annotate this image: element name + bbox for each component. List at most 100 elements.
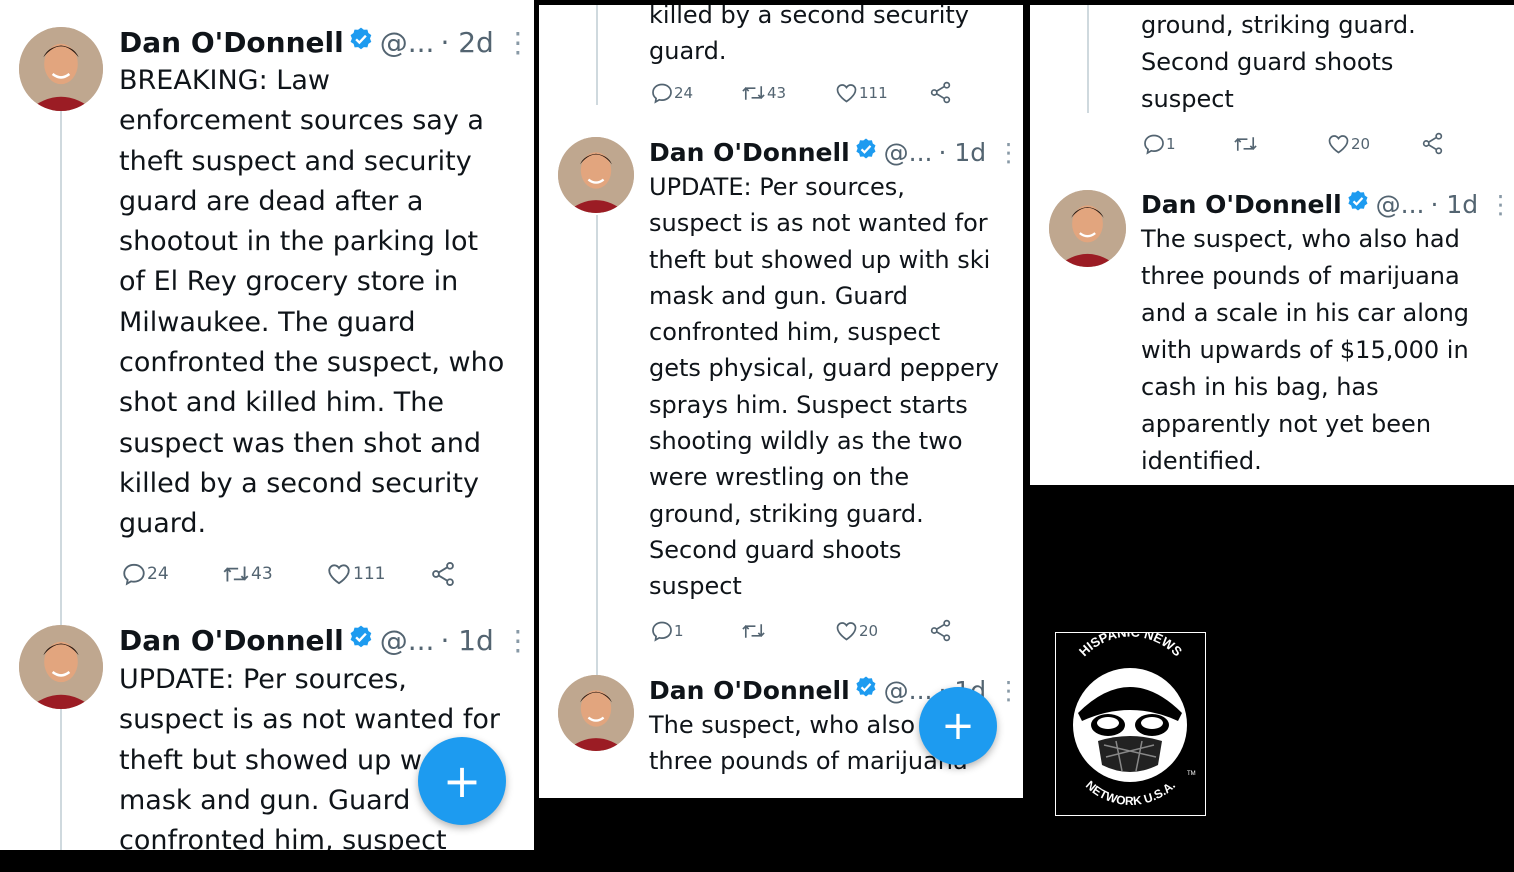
verified-badge-icon [1346, 189, 1370, 219]
tweet-text: The suspect, who also had three pounds o… [1141, 225, 1470, 475]
avatar[interactable] [558, 137, 634, 213]
reply-button[interactable]: 24 [121, 561, 221, 587]
like-count: 20 [1351, 134, 1371, 153]
thread-panel-3: ground, striking guard. Second guard sho… [1030, 5, 1514, 485]
svg-text:NETWORK U.S.A.: NETWORK U.S.A. [1083, 778, 1178, 808]
tweet-actions: 24 43 111 [121, 560, 457, 588]
reply-button[interactable]: 1 [1142, 132, 1232, 156]
retweet-icon [1234, 136, 1257, 151]
compose-button[interactable]: + [919, 687, 997, 765]
reply-count: 24 [674, 83, 694, 102]
more-vert-icon[interactable]: ⋮ [996, 676, 1021, 705]
svg-text:HISPANIC NEWS: HISPANIC NEWS [1076, 633, 1185, 659]
reply-button[interactable]: 24 [650, 81, 740, 105]
logo-emblem-icon: HISPANIC NEWS NETWORK U.S.A. TM [1073, 624, 1196, 808]
tweet-time[interactable]: · 1d [440, 624, 493, 657]
retweet-button[interactable] [740, 619, 834, 643]
more-vert-icon[interactable]: ⋮ [504, 624, 532, 657]
retweet-count: 43 [767, 83, 787, 102]
share-button[interactable] [928, 618, 953, 643]
author-name[interactable]: Dan O'Donnell [649, 138, 850, 167]
like-button[interactable]: 20 [1326, 132, 1420, 156]
thread-line [60, 108, 62, 850]
share-icon [432, 561, 454, 587]
avatar[interactable] [558, 675, 634, 751]
reply-count: 1 [1166, 134, 1176, 153]
tweet-actions: 24 43 111 [650, 80, 953, 105]
logo-top-text: HISPANIC NEWS [1076, 624, 1185, 659]
avatar[interactable] [19, 625, 103, 709]
verified-badge-icon [854, 137, 878, 167]
tweet-time[interactable]: · 1d [939, 138, 987, 167]
compose-plus-icon: + [941, 703, 975, 749]
verified-badge-icon [348, 26, 374, 59]
like-count: 111 [353, 564, 386, 584]
more-vert-icon[interactable]: ⋮ [504, 26, 532, 59]
share-icon [930, 81, 951, 104]
verified-badge-icon [348, 624, 374, 657]
like-button[interactable]: 20 [834, 619, 928, 643]
tweet-text: UPDATE: Per sources, suspect is as not w… [649, 173, 999, 601]
author-name[interactable]: Dan O'Donnell [1141, 190, 1342, 219]
tweet-header: Dan O'Donnell @... · 1d ⋮ [649, 135, 1021, 169]
author-handle[interactable]: @... [380, 26, 435, 59]
reply-icon [123, 563, 145, 586]
like-count: 111 [859, 83, 888, 102]
heart-icon [836, 83, 857, 103]
reply-icon [652, 621, 672, 642]
tweet-time[interactable]: · 2d [440, 26, 493, 59]
heart-icon [836, 621, 857, 641]
retweet-button[interactable] [1232, 132, 1326, 156]
thread-panel-2: killed by a second security guard. 24 43… [539, 5, 1023, 798]
more-vert-icon[interactable]: ⋮ [996, 138, 1021, 167]
tweet-time[interactable]: · 1d [1431, 190, 1479, 219]
more-vert-icon[interactable]: ⋮ [1488, 190, 1513, 219]
tweet-header: Dan O'Donnell @... · 1d ⋮ [119, 622, 532, 658]
logo-bottom-text: NETWORK U.S.A. [1083, 778, 1178, 808]
share-icon [930, 619, 951, 642]
retweet-icon [742, 85, 765, 100]
compose-plus-icon: + [442, 754, 482, 808]
reply-icon [1144, 134, 1164, 155]
author-name[interactable]: Dan O'Donnell [119, 624, 344, 657]
share-button[interactable] [1420, 131, 1445, 156]
author-handle[interactable]: @... [380, 624, 435, 657]
thread-panel-1: Dan O'Donnell @... · 2d ⋮ BREAKING: Law … [0, 0, 534, 850]
tweet-text: killed by a second security guard. [649, 5, 969, 66]
retweet-icon [742, 623, 765, 638]
share-button[interactable] [429, 560, 457, 588]
reply-button[interactable]: 1 [650, 619, 740, 643]
heart-icon [1328, 134, 1349, 154]
share-icon [1422, 132, 1443, 155]
tweet-actions: 1 20 [650, 618, 953, 643]
heart-icon [328, 564, 350, 585]
author-name[interactable]: Dan O'Donnell [649, 676, 850, 705]
retweet-button[interactable]: 43 [740, 81, 834, 105]
share-button[interactable] [928, 80, 953, 105]
tweet-text: BREAKING: Law enforcement sources say a … [119, 65, 505, 540]
retweet-count: 43 [251, 564, 273, 584]
author-handle[interactable]: @... [1376, 190, 1425, 219]
reply-icon [652, 83, 672, 104]
thread-line [596, 215, 598, 675]
retweet-button[interactable]: 43 [221, 561, 325, 587]
tweet-header: Dan O'Donnell @... · 1d ⋮ [1141, 187, 1513, 221]
like-count: 20 [859, 621, 879, 640]
logo-tm: TM [1187, 771, 1196, 777]
author-handle[interactable]: @... [884, 676, 933, 705]
author-name[interactable]: Dan O'Donnell [119, 26, 344, 59]
thread-line [1087, 5, 1089, 113]
verified-badge-icon [854, 675, 878, 705]
avatar[interactable] [19, 27, 103, 111]
thread-line [596, 5, 598, 105]
compose-button[interactable]: + [418, 737, 506, 825]
retweet-icon [223, 566, 249, 582]
tweet-text: ground, striking guard. Second guard sho… [1141, 11, 1416, 113]
like-button[interactable]: 111 [834, 81, 928, 105]
tweet-actions: 1 20 [1142, 131, 1445, 156]
author-handle[interactable]: @... [884, 138, 933, 167]
tweet-header: Dan O'Donnell @... · 2d ⋮ [119, 24, 532, 60]
reply-count: 24 [147, 564, 169, 584]
avatar[interactable] [1049, 190, 1126, 267]
like-button[interactable]: 111 [325, 561, 429, 587]
